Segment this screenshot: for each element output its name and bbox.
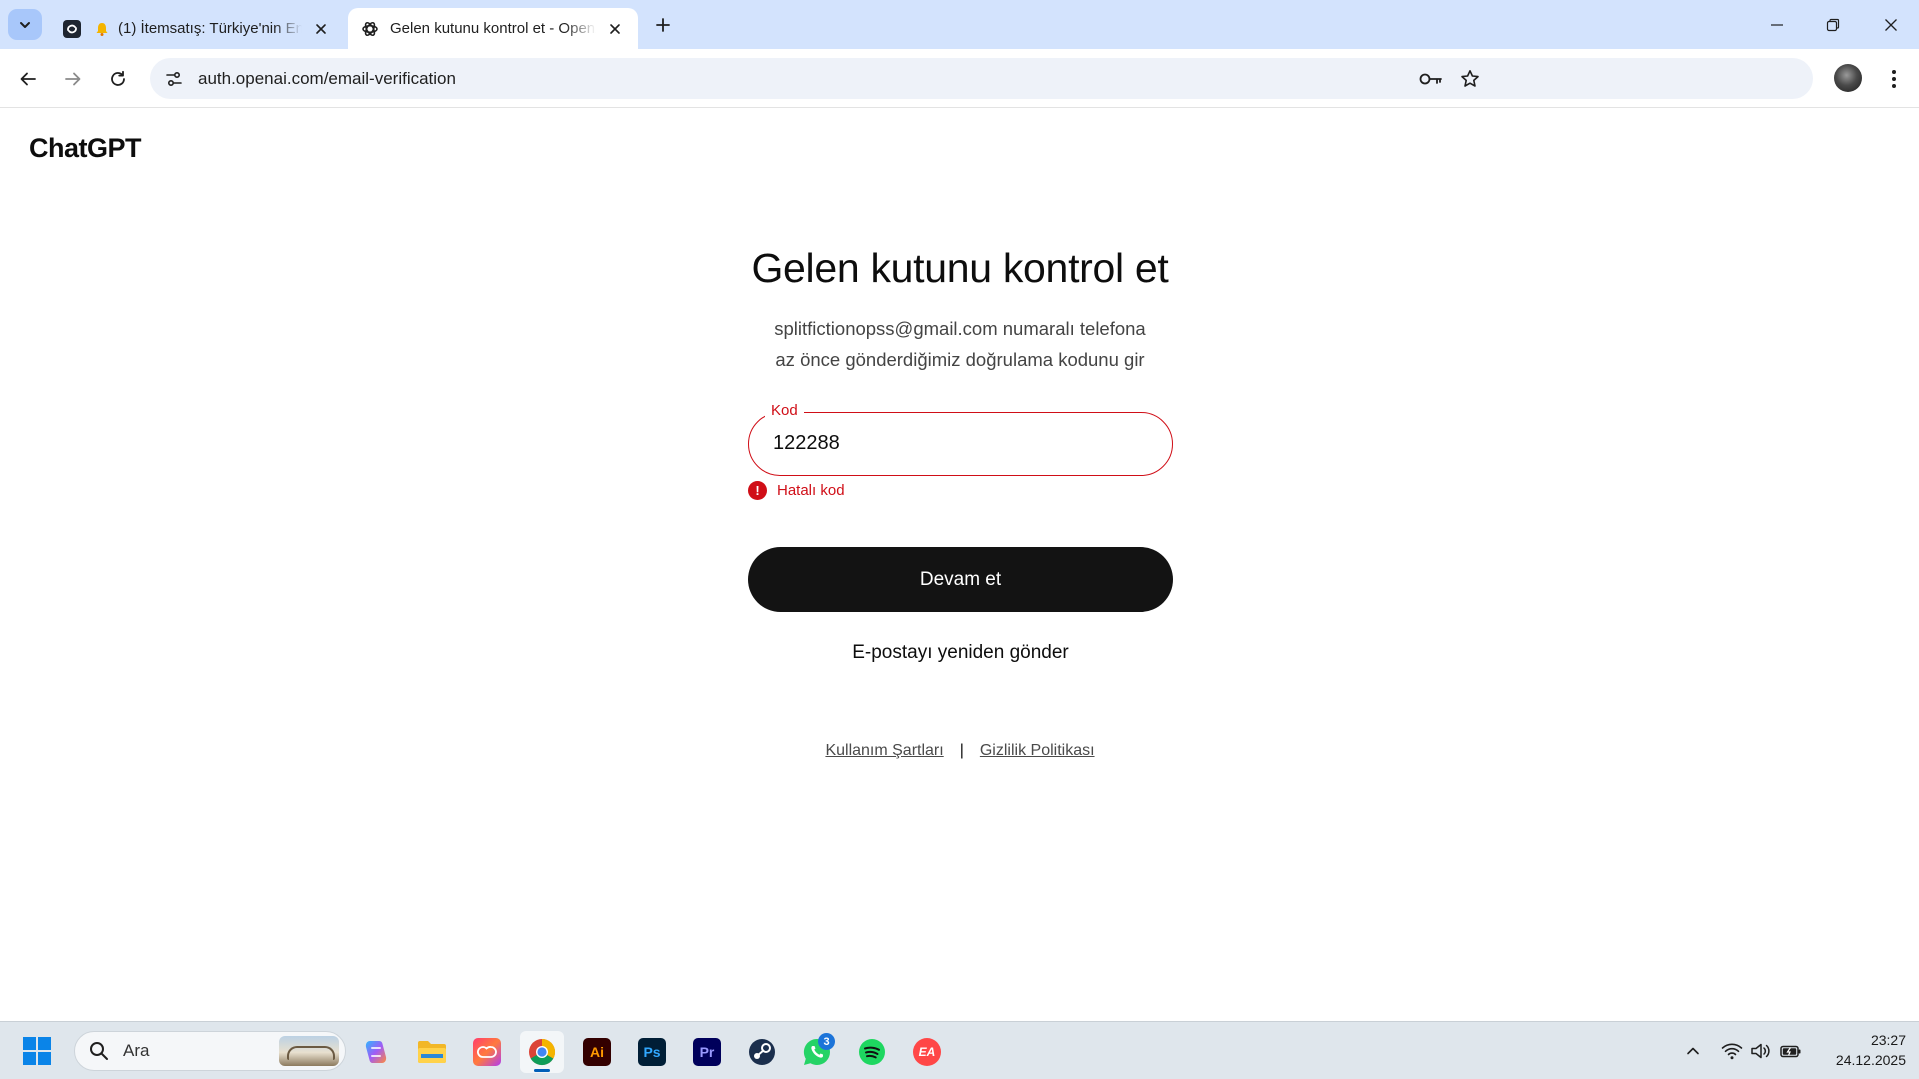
chevron-down-icon	[20, 21, 30, 28]
tab-search-button[interactable]	[8, 9, 42, 40]
taskbar-premiere[interactable]: Pr	[685, 1031, 729, 1073]
battery-charging-icon	[1780, 1045, 1801, 1058]
chrome-icon	[529, 1038, 556, 1066]
copilot-icon	[365, 1041, 387, 1063]
taskbar-ea[interactable]: EA	[905, 1031, 949, 1073]
subtitle-line: splitfictionopss@gmail.com numaralı tele…	[774, 318, 1146, 339]
subtitle-line: az önce gönderdiğimiz doğrulama kodunu g…	[775, 349, 1145, 370]
minimize-icon	[1771, 24, 1783, 26]
error-alert-icon: !	[748, 481, 767, 500]
more-vertical-icon	[1892, 70, 1896, 88]
close-icon[interactable]	[310, 18, 332, 40]
taskbar-chrome[interactable]	[520, 1031, 564, 1073]
site-settings-icon[interactable]	[160, 65, 188, 93]
privacy-link[interactable]: Gizlilik Politikası	[980, 742, 1095, 760]
taskbar-spotify[interactable]	[850, 1031, 894, 1073]
taskbar-search[interactable]: Ara	[74, 1031, 346, 1071]
plus-icon	[656, 18, 670, 32]
photoshop-icon: Ps	[638, 1038, 666, 1066]
ea-icon: EA	[913, 1038, 941, 1066]
browser-menu-button[interactable]	[1880, 64, 1908, 94]
error-message: ! Hatalı kod	[748, 481, 845, 500]
reload-icon	[111, 70, 125, 86]
tab-title: (1) İtemsatış: Türkiye'nin En Büyük	[118, 20, 302, 37]
close-window-button[interactable]	[1876, 10, 1906, 40]
continue-button[interactable]: Devam et	[748, 547, 1173, 612]
spotify-icon	[859, 1039, 885, 1065]
clock-time: 23:27	[1870, 1032, 1906, 1048]
active-indicator	[534, 1069, 550, 1072]
creative-cloud-icon	[473, 1038, 501, 1066]
bookmark-star-icon[interactable]	[1455, 64, 1485, 94]
restore-button[interactable]	[1818, 10, 1848, 40]
arrow-left-icon	[20, 72, 36, 86]
taskbar-file-explorer[interactable]	[410, 1031, 454, 1073]
close-icon[interactable]	[604, 18, 626, 40]
code-field: Kod	[748, 402, 1173, 476]
notification-badge: 3	[818, 1033, 835, 1050]
taskbar-photoshop[interactable]: Ps	[630, 1031, 674, 1073]
back-button[interactable]	[13, 64, 43, 94]
error-text: Hatalı kod	[777, 482, 845, 499]
tab-openai[interactable]: Gelen kutunu kontrol et - OpenAI	[348, 8, 638, 49]
url-text[interactable]: auth.openai.com/email-verification	[198, 69, 1813, 89]
restore-icon	[1826, 18, 1840, 32]
page-subtitle: splitfictionopss@gmail.com numaralı tele…	[660, 313, 1260, 375]
clock[interactable]: 23:27 24.12.2025	[1816, 1030, 1906, 1070]
tab-title: Gelen kutunu kontrol et - OpenAI	[390, 20, 596, 37]
terms-link[interactable]: Kullanım Şartları	[825, 742, 943, 760]
itemsatis-favicon-icon	[62, 19, 82, 39]
taskbar-illustrator[interactable]: Ai	[575, 1031, 619, 1073]
search-icon	[87, 1039, 111, 1063]
tab-itemsatis[interactable]: (1) İtemsatış: Türkiye'nin En Büyük	[50, 8, 344, 49]
reload-button[interactable]	[103, 64, 133, 94]
illustrator-icon: Ai	[583, 1038, 611, 1066]
browser-toolbar: auth.openai.com/email-verification	[0, 49, 1919, 108]
folder-icon	[418, 1041, 446, 1063]
address-bar[interactable]: auth.openai.com/email-verification	[150, 58, 1813, 99]
minimize-button[interactable]	[1762, 10, 1792, 40]
windows-logo-icon	[23, 1037, 51, 1065]
taskbar-steam[interactable]	[740, 1031, 784, 1073]
search-highlight-image[interactable]	[279, 1036, 339, 1066]
wifi-button[interactable]	[1720, 1039, 1744, 1063]
chevron-up-icon	[1687, 1047, 1699, 1055]
close-icon	[1885, 19, 1897, 31]
arrow-right-icon	[65, 72, 81, 86]
search-placeholder: Ara	[123, 1041, 150, 1060]
forward-button[interactable]	[58, 64, 88, 94]
volume-button[interactable]	[1749, 1039, 1773, 1063]
clock-date: 24.12.2025	[1835, 1052, 1906, 1068]
steam-icon	[749, 1039, 775, 1065]
taskbar-copilot[interactable]	[354, 1031, 398, 1073]
taskbar: Ara Ai Ps Pr 3 EA 23:27 24.12.2025	[0, 1021, 1919, 1079]
start-button[interactable]	[22, 1036, 52, 1066]
taskbar-whatsapp[interactable]: 3	[795, 1031, 839, 1073]
wifi-icon	[1721, 1043, 1743, 1060]
battery-button[interactable]	[1779, 1039, 1803, 1063]
show-hidden-icons-button[interactable]	[1681, 1039, 1705, 1063]
password-key-icon[interactable]	[1416, 64, 1446, 94]
resend-email-button[interactable]: E-postayı yeniden gönder	[748, 637, 1173, 669]
openai-favicon-icon	[360, 19, 380, 39]
new-tab-button[interactable]	[650, 12, 676, 38]
taskbar-creative-cloud[interactable]	[465, 1031, 509, 1073]
footer-links: Kullanım Şartları | Gizlilik Politikası	[660, 742, 1260, 760]
page-title: Gelen kutunu kontrol et	[751, 245, 1169, 291]
tab-strip: (1) İtemsatış: Türkiye'nin En Büyük Gele…	[0, 0, 1919, 49]
speaker-icon	[1751, 1043, 1770, 1059]
notification-bell-icon	[92, 19, 112, 39]
premiere-icon: Pr	[693, 1038, 721, 1066]
footer-separator: |	[959, 742, 964, 759]
code-input[interactable]	[773, 413, 1153, 474]
chatgpt-logo[interactable]: ChatGPT	[29, 133, 142, 164]
profile-avatar[interactable]	[1834, 64, 1862, 92]
